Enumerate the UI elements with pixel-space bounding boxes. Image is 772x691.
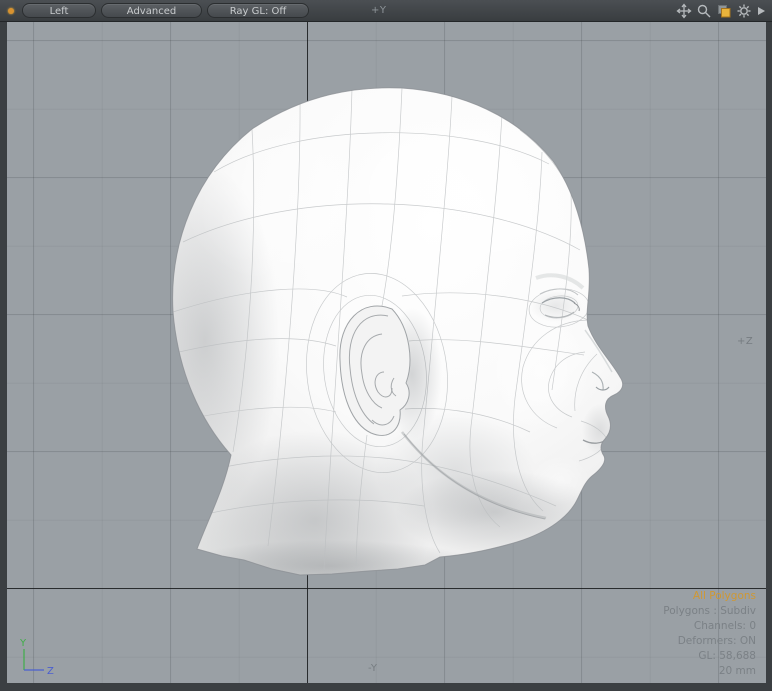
- head-model: [7, 22, 766, 683]
- viewport-status-readout: All Polygons Polygons : Subdiv Channels:…: [663, 589, 756, 679]
- status-gl-count: GL: 58,688: [663, 649, 756, 664]
- axis-label-minus-y: -Y: [368, 663, 378, 674]
- gizmo-z-label: Z: [47, 666, 54, 677]
- eye: [536, 275, 583, 317]
- zoom-icon[interactable]: [696, 3, 712, 19]
- gear-icon[interactable]: [736, 3, 752, 19]
- head-highlights: [180, 95, 620, 505]
- ear: [340, 306, 442, 440]
- header-icon-group: [676, 3, 766, 19]
- viewport-corner-dot[interactable]: [8, 8, 14, 14]
- pan-icon[interactable]: [676, 3, 692, 19]
- shading-style-button[interactable]: Advanced: [101, 3, 202, 18]
- status-deformers: Deformers: ON: [663, 634, 756, 649]
- origin-axis-horizontal: [7, 588, 766, 589]
- view-type-button[interactable]: Left: [22, 3, 96, 18]
- status-polygon-type: Polygons : Subdiv: [663, 604, 756, 619]
- origin-axis-vertical: [307, 22, 308, 683]
- head-silhouette: [173, 88, 623, 575]
- expand-icon[interactable]: [756, 3, 766, 19]
- jaw-crease: [402, 432, 546, 518]
- axis-label-plus-y: +Y: [371, 5, 387, 16]
- wireframe: [173, 88, 608, 570]
- modeling-app-window: Left Advanced Ray GL: Off: [0, 0, 772, 691]
- head-shading: [130, 165, 618, 610]
- draw-style-icon[interactable]: [716, 3, 732, 19]
- axis-gizmo: Y Z: [12, 634, 60, 680]
- status-channels: Channels: 0: [663, 619, 756, 634]
- viewport-canvas[interactable]: [7, 22, 766, 683]
- gizmo-y-label: Y: [19, 638, 27, 649]
- ray-gl-button[interactable]: Ray GL: Off: [207, 3, 309, 18]
- status-grid-size: 20 mm: [663, 664, 756, 679]
- status-selection-mode: All Polygons: [663, 589, 756, 604]
- axis-label-plus-z: +Z: [737, 336, 753, 347]
- nose: [585, 330, 612, 390]
- mouth-line: [583, 438, 609, 443]
